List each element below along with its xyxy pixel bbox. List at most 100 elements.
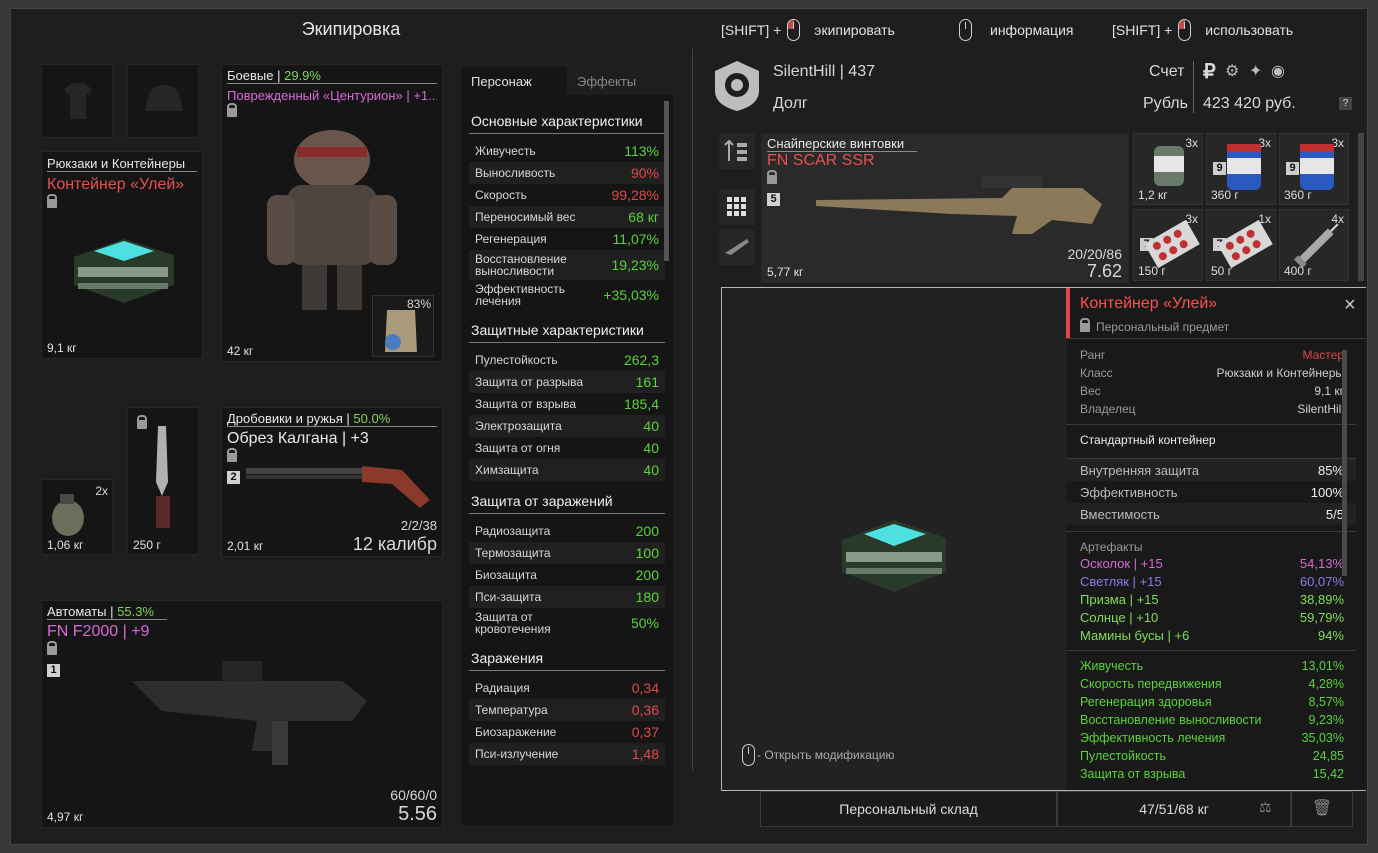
tab-character[interactable]: Персонаж xyxy=(461,67,567,95)
hint-use: [SHIFT] + использовать xyxy=(1112,19,1293,41)
bonus-row: Живучесть 13,01% xyxy=(1080,659,1344,673)
info-prop: Вес 9,1 кг xyxy=(1080,384,1344,398)
container-image xyxy=(842,520,946,592)
stash-item[interactable]: 4x 400 г xyxy=(1279,209,1349,281)
stat-row: Защита от взрыва 185,4 xyxy=(475,396,659,412)
stat-row: Биозаражение 0,37 xyxy=(475,724,659,740)
sort-button[interactable] xyxy=(719,133,755,169)
stat-row: Температура 0,36 xyxy=(469,699,665,721)
bonus-row: Регенерация здоровья 8,57% xyxy=(1080,695,1344,709)
artifact-row: Мамины бусы | +6 94% xyxy=(1080,627,1344,643)
currency-label: Рубль xyxy=(1143,95,1188,112)
stat-row: Живучесть 113% xyxy=(475,143,659,159)
stats-scrollbar[interactable] xyxy=(664,101,669,261)
stats-section-title: Заражения xyxy=(469,646,665,671)
stash-item[interactable]: 3x 9 360 г xyxy=(1279,133,1349,205)
bonus-row: Пулестойкость 24,85 xyxy=(1080,749,1344,763)
stash-item[interactable]: 3x 7 150 г xyxy=(1133,209,1203,281)
info-prop: Класс Рюкзаки и Контейнеры xyxy=(1080,366,1344,380)
artifact-row: Солнце | +10 59,79% xyxy=(1080,609,1344,625)
lock-icon xyxy=(227,103,237,117)
player-name: SilentHill | 437 xyxy=(773,63,875,80)
grenade-icon xyxy=(52,494,84,536)
slot-number-badge: 5 xyxy=(767,193,780,206)
hint-equip: [SHIFT] + экипировать xyxy=(721,19,895,41)
stat-row: Пси-излучение 1,48 xyxy=(469,743,665,765)
lock-icon xyxy=(47,641,57,655)
player-faction: Долг xyxy=(773,95,808,112)
open-mods-link[interactable]: - Открыть модификацию xyxy=(757,748,895,762)
info-param: Эффективность 100% xyxy=(1080,484,1344,500)
stash-scrollbar[interactable] xyxy=(1358,133,1364,281)
item-title: Контейнер «Улей» xyxy=(1080,295,1218,312)
close-icon[interactable]: × xyxy=(1344,294,1356,317)
bonus-row: Скорость передвижения 4,28% xyxy=(1080,677,1344,691)
details-scrollbar[interactable] xyxy=(1342,350,1347,576)
slot-knife[interactable]: 250 г xyxy=(127,407,199,555)
lock-icon xyxy=(227,448,237,462)
weapon-filter-button[interactable] xyxy=(719,229,755,265)
stat-row: Электрозащита 40 xyxy=(469,415,665,437)
compass-icon[interactable]: ◉ xyxy=(1271,61,1285,81)
settings-icon[interactable]: ⚙ xyxy=(1225,61,1239,81)
account-label: Счет xyxy=(1149,63,1185,80)
slot-armor[interactable]: Боевые | 29.9% Поврежденный «Центурион» … xyxy=(221,64,443,362)
slot-helmet[interactable] xyxy=(127,64,199,138)
bonus-row: Восстановление выносливости 9,23% xyxy=(1080,713,1344,727)
slot-rifle[interactable]: Автоматы | 55.3% FN F2000 | +9 1 60/60/0… xyxy=(41,600,443,828)
stat-row: Радиация 0,34 xyxy=(475,680,659,696)
stash-item[interactable]: 3x 9 360 г xyxy=(1206,133,1276,205)
artifact-row: Осколок | +15 54,13% xyxy=(1080,555,1344,571)
info-prop: Владелец SilentHill xyxy=(1080,402,1344,416)
slot-torso[interactable] xyxy=(41,64,113,138)
lock-icon xyxy=(767,170,777,184)
stat-row: Эффективность лечения +35,03% xyxy=(475,282,659,308)
tab-effects[interactable]: Эффекты xyxy=(567,67,673,95)
item-subtitle: Персональный предмет xyxy=(1096,320,1230,334)
stat-row: Термозащита 100 xyxy=(469,542,665,564)
slot-number-badge: 1 xyxy=(47,664,60,677)
stats-section-title: Основные характеристики xyxy=(469,109,665,134)
stash-weight: 47/51/68 кг xyxy=(1057,791,1291,827)
stash-weapon-slot[interactable]: Снайперские винтовки FN SCAR SSR 5 20/20… xyxy=(761,133,1129,283)
mouse-left-icon xyxy=(787,19,801,41)
item-details: Контейнер «Улей» Персональный предмет × … xyxy=(1066,288,1366,790)
lock-icon xyxy=(137,415,147,429)
stats-section-title: Защитные характеристики xyxy=(469,318,665,343)
tools-icon[interactable]: ✦ xyxy=(1249,61,1262,81)
mouse-icon xyxy=(959,19,972,41)
lock-icon xyxy=(47,194,57,208)
info-prop: Ранг Мастер xyxy=(1080,348,1344,362)
inventory-window: Экипировка [SHIFT] + экипировать информа… xyxy=(10,8,1368,845)
info-param: Внутренняя защита 85% xyxy=(1066,459,1356,481)
container-image xyxy=(74,239,174,303)
trash-button[interactable]: 🗑 xyxy=(1291,791,1353,827)
slot-backpack[interactable]: Рюкзаки и Контейнеры Контейнер «Улей» 9,… xyxy=(41,151,203,359)
shotgun-image xyxy=(246,466,430,508)
stat-row: Радиозащита 200 xyxy=(475,523,659,539)
armor-plate-slot[interactable]: 83% xyxy=(372,295,434,357)
help-button[interactable]: ? xyxy=(1339,97,1352,110)
stat-row: Скорость 99,28% xyxy=(475,187,659,203)
info-description: Стандартный контейнер xyxy=(1066,425,1356,459)
slot-grenade[interactable]: 2x 1,06 кг xyxy=(41,479,113,555)
stash-item[interactable]: 3x 1,2 кг xyxy=(1133,133,1203,205)
stats-tabs: Персонаж Эффекты xyxy=(461,67,673,95)
artifact-row: Призма | +15 38,89% xyxy=(1080,591,1344,607)
sort-icon xyxy=(724,139,747,161)
slot-shotgun[interactable]: Дробовики и ружья | 50.0% Обрез Калгана … xyxy=(221,407,443,557)
trash-icon: 🗑 xyxy=(1311,800,1333,817)
armor-plate-icon xyxy=(385,310,417,352)
lock-icon xyxy=(1080,317,1090,332)
grid-view-button[interactable] xyxy=(719,189,755,225)
stat-row: Химзащита 40 xyxy=(469,459,665,481)
stash-item[interactable]: 1x 7 50 г xyxy=(1206,209,1276,281)
personal-stash-button[interactable]: Персональный склад xyxy=(760,791,1057,827)
grid-icon xyxy=(727,197,746,216)
stat-row: Биозащита 200 xyxy=(475,567,659,583)
helmet-icon xyxy=(146,85,182,111)
ruble-icon[interactable]: ₽ xyxy=(1203,59,1216,84)
sniper-rifle-image xyxy=(816,176,1102,234)
stat-row: Восстановление выносливости 19,23% xyxy=(469,250,665,280)
shirt-icon xyxy=(64,83,92,119)
